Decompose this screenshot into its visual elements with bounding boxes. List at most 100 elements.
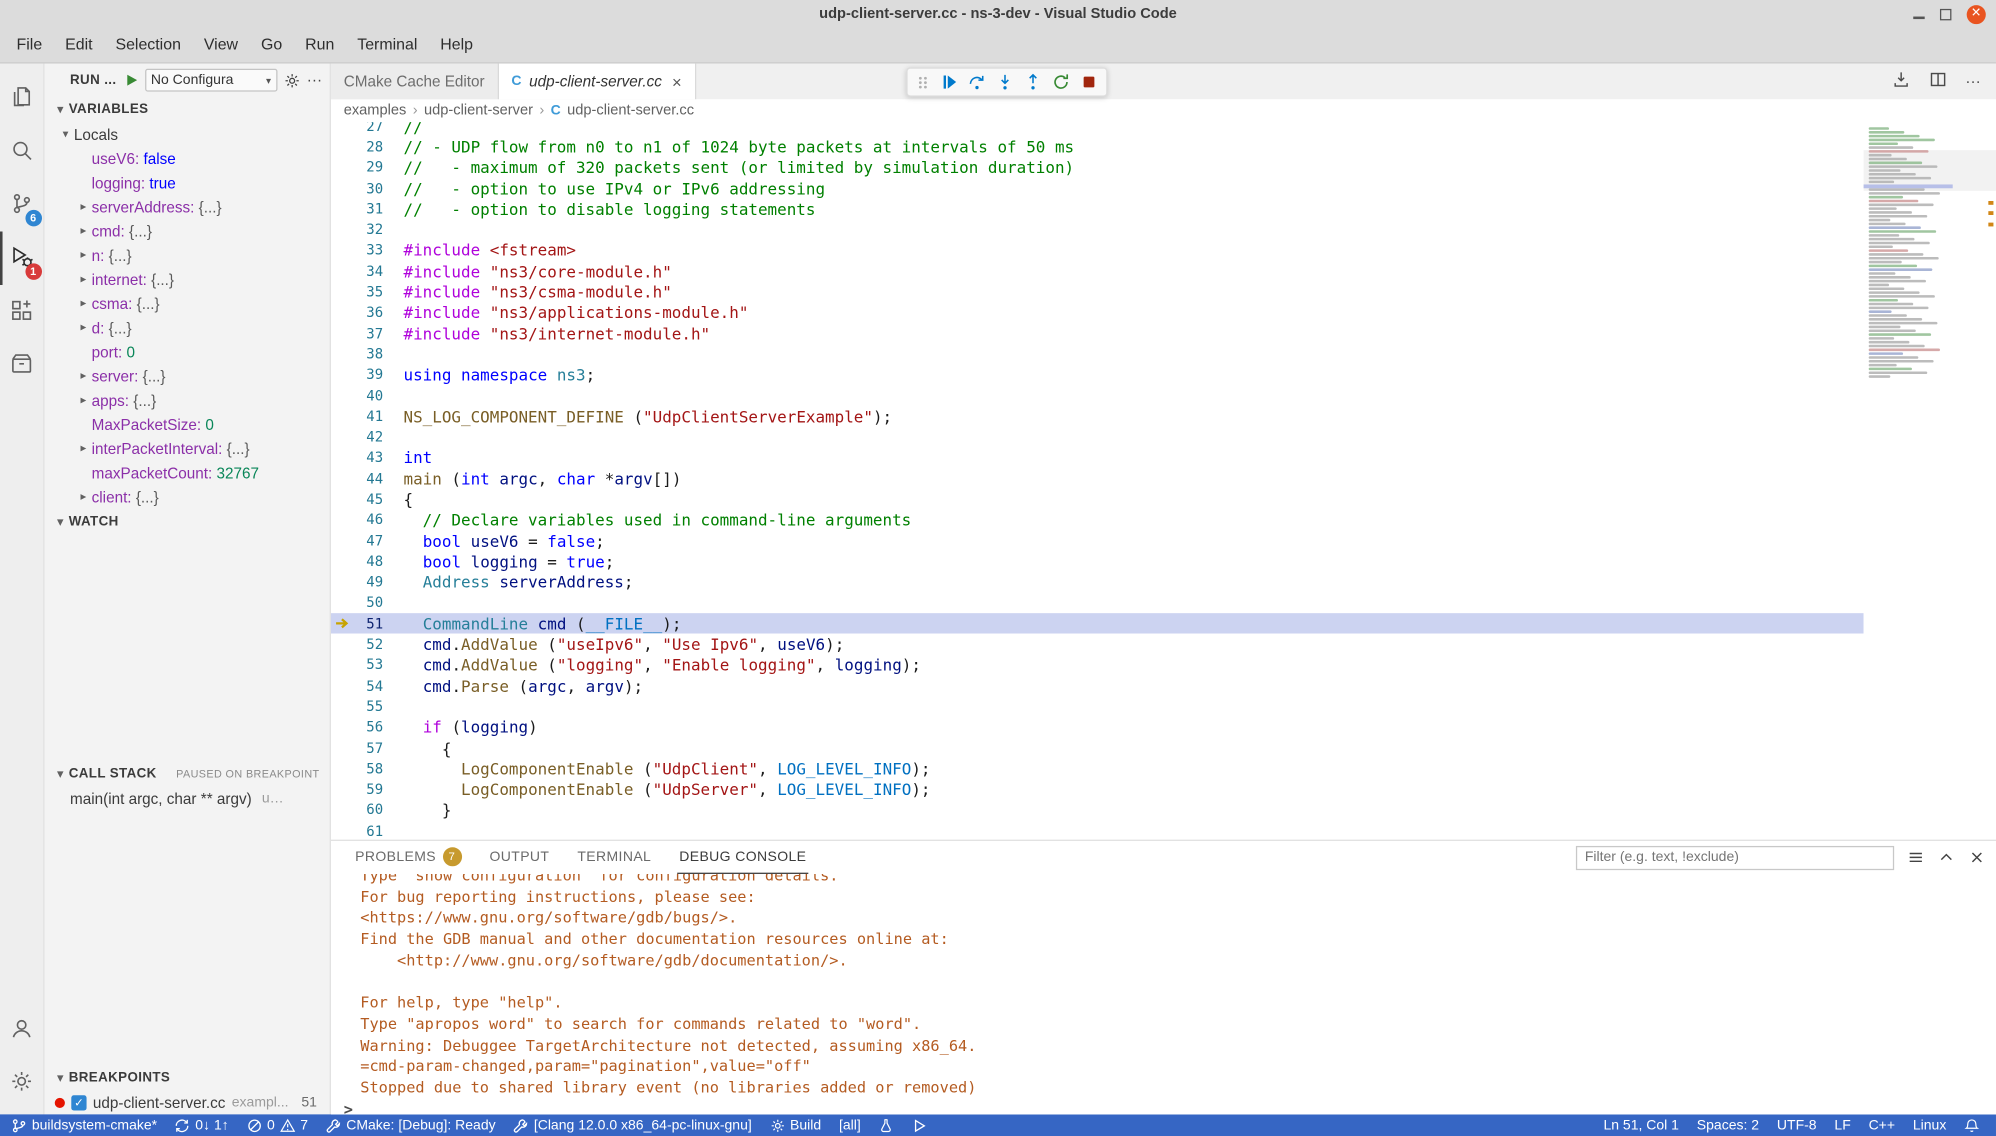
stack-frame-main[interactable]: main(int argc, char ** argv) u… [45, 786, 330, 810]
status-build[interactable]: Build [761, 1114, 830, 1136]
code-line-28[interactable]: 28// - UDP flow from n0 to n1 of 1024 by… [331, 136, 1864, 157]
debug-console-input[interactable]: > [344, 1099, 1996, 1115]
variables-section-header[interactable]: ▾ VARIABLES [45, 97, 330, 122]
code-line-38[interactable]: 38 [331, 344, 1864, 365]
chevron-up-icon[interactable] [1937, 848, 1955, 866]
variable-n[interactable]: ▸n: {...} [45, 243, 330, 267]
activity-item-source-control[interactable]: 6 [0, 178, 44, 231]
status-problems[interactable]: 07 [238, 1114, 317, 1136]
code-line-47[interactable]: 47 bool useV6 = false; [331, 530, 1864, 551]
status-notifications[interactable] [1955, 1114, 1988, 1136]
panel-tab-debug-console[interactable]: DEBUG CONSOLE [677, 841, 809, 874]
activity-item-explorer[interactable] [0, 71, 44, 124]
variable-MaxPacketSize[interactable]: MaxPacketSize: 0 [45, 412, 330, 436]
minimap[interactable] [1864, 122, 1996, 839]
variables-scope-locals[interactable]: ▾ Locals [45, 122, 330, 146]
maximize-icon[interactable] [1940, 8, 1951, 19]
variable-d[interactable]: ▸d: {...} [45, 315, 330, 339]
code-line-44[interactable]: 44main (int argc, char *argv[]) [331, 468, 1864, 489]
activity-item-run-debug[interactable]: 1 [0, 232, 44, 285]
close-icon[interactable]: × [672, 72, 682, 91]
menu-item-file[interactable]: File [5, 28, 54, 62]
code-line-45[interactable]: 45{ [331, 489, 1864, 510]
code-line-36[interactable]: 36#include "ns3/applications-module.h" [331, 302, 1864, 323]
debug-console[interactable]: Type "show configuration" for configurat… [331, 874, 1996, 1114]
split-editor-icon[interactable] [1929, 70, 1948, 93]
tab-cmake-cache-editor[interactable]: CMake Cache Editor [331, 64, 499, 100]
status-os[interactable]: Linux [1904, 1114, 1955, 1136]
console-lines-icon[interactable] [1907, 848, 1925, 866]
code-line-60[interactable]: 60 } [331, 800, 1864, 821]
code-line-41[interactable]: 41NS_LOG_COMPONENT_DEFINE ("UdpClientSer… [331, 406, 1864, 427]
code-line-29[interactable]: 29// - maximum of 320 packets sent (or l… [331, 157, 1864, 178]
tab-udp-client-server[interactable]: C udp-client-server.cc × [499, 64, 696, 100]
menu-item-edit[interactable]: Edit [54, 28, 104, 62]
code-line-51[interactable]: 51 CommandLine cmd (__FILE__); [331, 613, 1864, 634]
breakpoints-section-header[interactable]: ▾ BREAKPOINTS [45, 1065, 330, 1090]
menu-item-view[interactable]: View [192, 28, 249, 62]
code-line-59[interactable]: 59 LogComponentEnable ("UdpServer", LOG_… [331, 779, 1864, 800]
code-line-55[interactable]: 55 [331, 696, 1864, 717]
download-icon[interactable] [1892, 70, 1911, 93]
status-cmake-kit[interactable]: [Clang 12.0.0 x86_64-pc-linux-gnu] [505, 1114, 761, 1136]
code-line-57[interactable]: 57 { [331, 738, 1864, 759]
code-line-32[interactable]: 32 [331, 219, 1864, 240]
gripper-icon[interactable] [915, 73, 930, 91]
code-line-42[interactable]: 42 [331, 427, 1864, 448]
status-build-target[interactable]: [all] [830, 1114, 870, 1136]
code-line-53[interactable]: 53 cmd.AddValue ("logging", "Enable logg… [331, 655, 1864, 676]
close-window-icon[interactable]: ✕ [1967, 4, 1986, 23]
status-encoding[interactable]: UTF-8 [1768, 1114, 1826, 1136]
code-line-48[interactable]: 48 bool logging = true; [331, 551, 1864, 572]
menu-item-terminal[interactable]: Terminal [346, 28, 429, 62]
code-line-43[interactable]: 43int [331, 447, 1864, 468]
variable-useV6[interactable]: useV6: false [45, 146, 330, 170]
status-branch[interactable]: buildsystem-cmake* [3, 1114, 166, 1136]
panel-tab-terminal[interactable]: TERMINAL [575, 841, 654, 874]
code-line-27[interactable]: 27// [331, 122, 1864, 136]
code-line-30[interactable]: 30// - option to use IPv4 or IPv6 addres… [331, 178, 1864, 199]
status-language[interactable]: C++ [1860, 1114, 1904, 1136]
variable-apps[interactable]: ▸apps: {...} [45, 388, 330, 412]
code-line-56[interactable]: 56 if (logging) [331, 717, 1864, 738]
breadcrumb-folder[interactable]: udp-client-server [424, 103, 533, 118]
variable-client[interactable]: ▸client: {...} [45, 485, 330, 509]
status-launch[interactable] [903, 1114, 936, 1136]
status-indentation[interactable]: Spaces: 2 [1688, 1114, 1768, 1136]
code-line-49[interactable]: 49 Address serverAddress; [331, 572, 1864, 593]
variable-server[interactable]: ▸server: {...} [45, 364, 330, 388]
status-sync[interactable]: 0↓ 1↑ [166, 1114, 238, 1136]
variable-logging[interactable]: logging: true [45, 170, 330, 194]
code-line-61[interactable]: 61 [331, 821, 1864, 840]
status-eol[interactable]: LF [1825, 1114, 1859, 1136]
activity-item-settings[interactable] [0, 1056, 44, 1109]
activity-item-test-explorer[interactable] [0, 338, 44, 391]
menu-item-selection[interactable]: Selection [104, 28, 192, 62]
code-line-39[interactable]: 39using namespace ns3; [331, 365, 1864, 386]
minimize-icon[interactable] [1913, 9, 1924, 19]
code-line-40[interactable]: 40 [331, 385, 1864, 406]
breakpoint-checkbox[interactable]: ✓ [71, 1095, 86, 1110]
variable-port[interactable]: port: 0 [45, 340, 330, 364]
variable-interPacketInterval[interactable]: ▸interPacketInterval: {...} [45, 436, 330, 460]
status-cursor-position[interactable]: Ln 51, Col 1 [1595, 1114, 1688, 1136]
activity-item-search[interactable] [0, 125, 44, 178]
menu-item-go[interactable]: Go [250, 28, 294, 62]
console-filter-input[interactable] [1576, 845, 1894, 869]
debug-step-over-icon[interactable] [967, 73, 986, 92]
code-line-33[interactable]: 33#include <fstream> [331, 240, 1864, 261]
debug-start-button[interactable] [123, 73, 138, 88]
call-stack-section-header[interactable]: ▾ CALL STACK PAUSED ON BREAKPOINT [45, 761, 330, 786]
activity-item-extensions[interactable] [0, 285, 44, 338]
code-editor[interactable]: 27//28// - UDP flow from n0 to n1 of 102… [331, 122, 1996, 839]
menu-item-help[interactable]: Help [429, 28, 485, 62]
debug-restart-icon[interactable] [1051, 73, 1070, 92]
menu-item-run[interactable]: Run [294, 28, 346, 62]
debug-step-out-icon[interactable] [1023, 73, 1042, 92]
debug-continue-icon[interactable] [939, 73, 958, 92]
breadcrumb-file[interactable]: udp-client-server.cc [567, 103, 694, 118]
close-panel-icon[interactable] [1968, 848, 1986, 866]
variable-internet[interactable]: ▸internet: {...} [45, 267, 330, 291]
code-line-31[interactable]: 31// - option to disable logging stateme… [331, 199, 1864, 220]
status-test[interactable] [870, 1114, 903, 1136]
